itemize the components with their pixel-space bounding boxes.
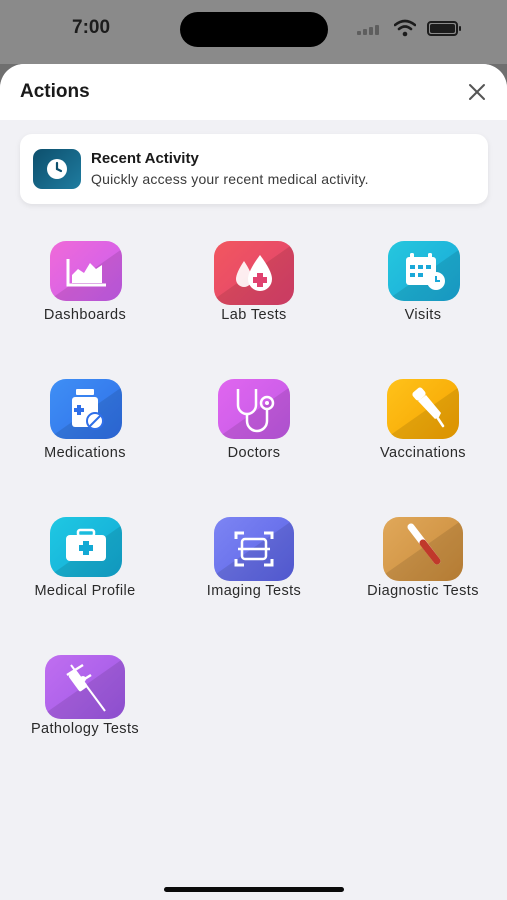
tile-lab-tests[interactable]: Lab Tests [169,241,339,341]
scan-icon [214,517,294,581]
test-tube-icon [383,517,463,581]
tile-label: Vaccinations [380,445,466,461]
wifi-icon [394,19,416,37]
battery-icon [427,21,461,36]
recent-activity-card[interactable]: Recent Activity Quickly access your rece… [20,134,488,204]
tile-label: Lab Tests [221,307,287,323]
signal-icon [357,25,383,35]
sheet-title: Actions [20,81,90,102]
tile-medications[interactable]: Medications [0,379,170,479]
sheet-header: Actions [0,64,507,120]
recent-activity-title: Recent Activity [91,150,199,167]
recent-activity-subtitle: Quickly access your recent medical activ… [91,171,369,187]
status-time: 7:00 [72,17,111,38]
tile-label: Visits [404,307,442,323]
tile-label: Dashboards [43,307,127,323]
tile-imaging-tests[interactable]: Imaging Tests [169,517,339,617]
tile-label: Imaging Tests [206,583,302,599]
tile-diagnostic-tests[interactable]: Diagnostic Tests [338,517,507,617]
chart-icon [50,241,122,301]
tile-label: Diagnostic Tests [367,583,479,599]
actions-sheet: Actions Recent Activity Quickly access y… [0,64,507,900]
tile-medical-profile[interactable]: Medical Profile [0,517,170,617]
tile-doctors[interactable]: Doctors [169,379,339,479]
tile-visits[interactable]: Visits [338,241,507,341]
tile-pathology-tests[interactable]: Pathology Tests [0,655,170,755]
calendar-icon [388,241,460,301]
clock-icon [33,149,81,189]
tile-label: Doctors [227,445,281,461]
tile-vaccinations[interactable]: Vaccinations [338,379,507,479]
close-icon[interactable] [463,78,491,106]
medical-kit-icon [50,517,122,577]
status-bar: 7:00 [0,0,507,64]
stethoscope-icon [218,379,290,439]
dropper-icon [387,379,459,439]
tile-dashboards[interactable]: Dashboards [0,241,170,341]
tile-label: Pathology Tests [30,721,140,737]
dynamic-island [180,12,328,47]
pill-bottle-icon [50,379,122,439]
tile-label: Medical Profile [34,583,136,599]
syringe-icon [45,655,125,719]
tile-label: Medications [44,445,126,461]
home-indicator[interactable] [164,887,344,892]
blood-drop-icon [214,241,294,305]
